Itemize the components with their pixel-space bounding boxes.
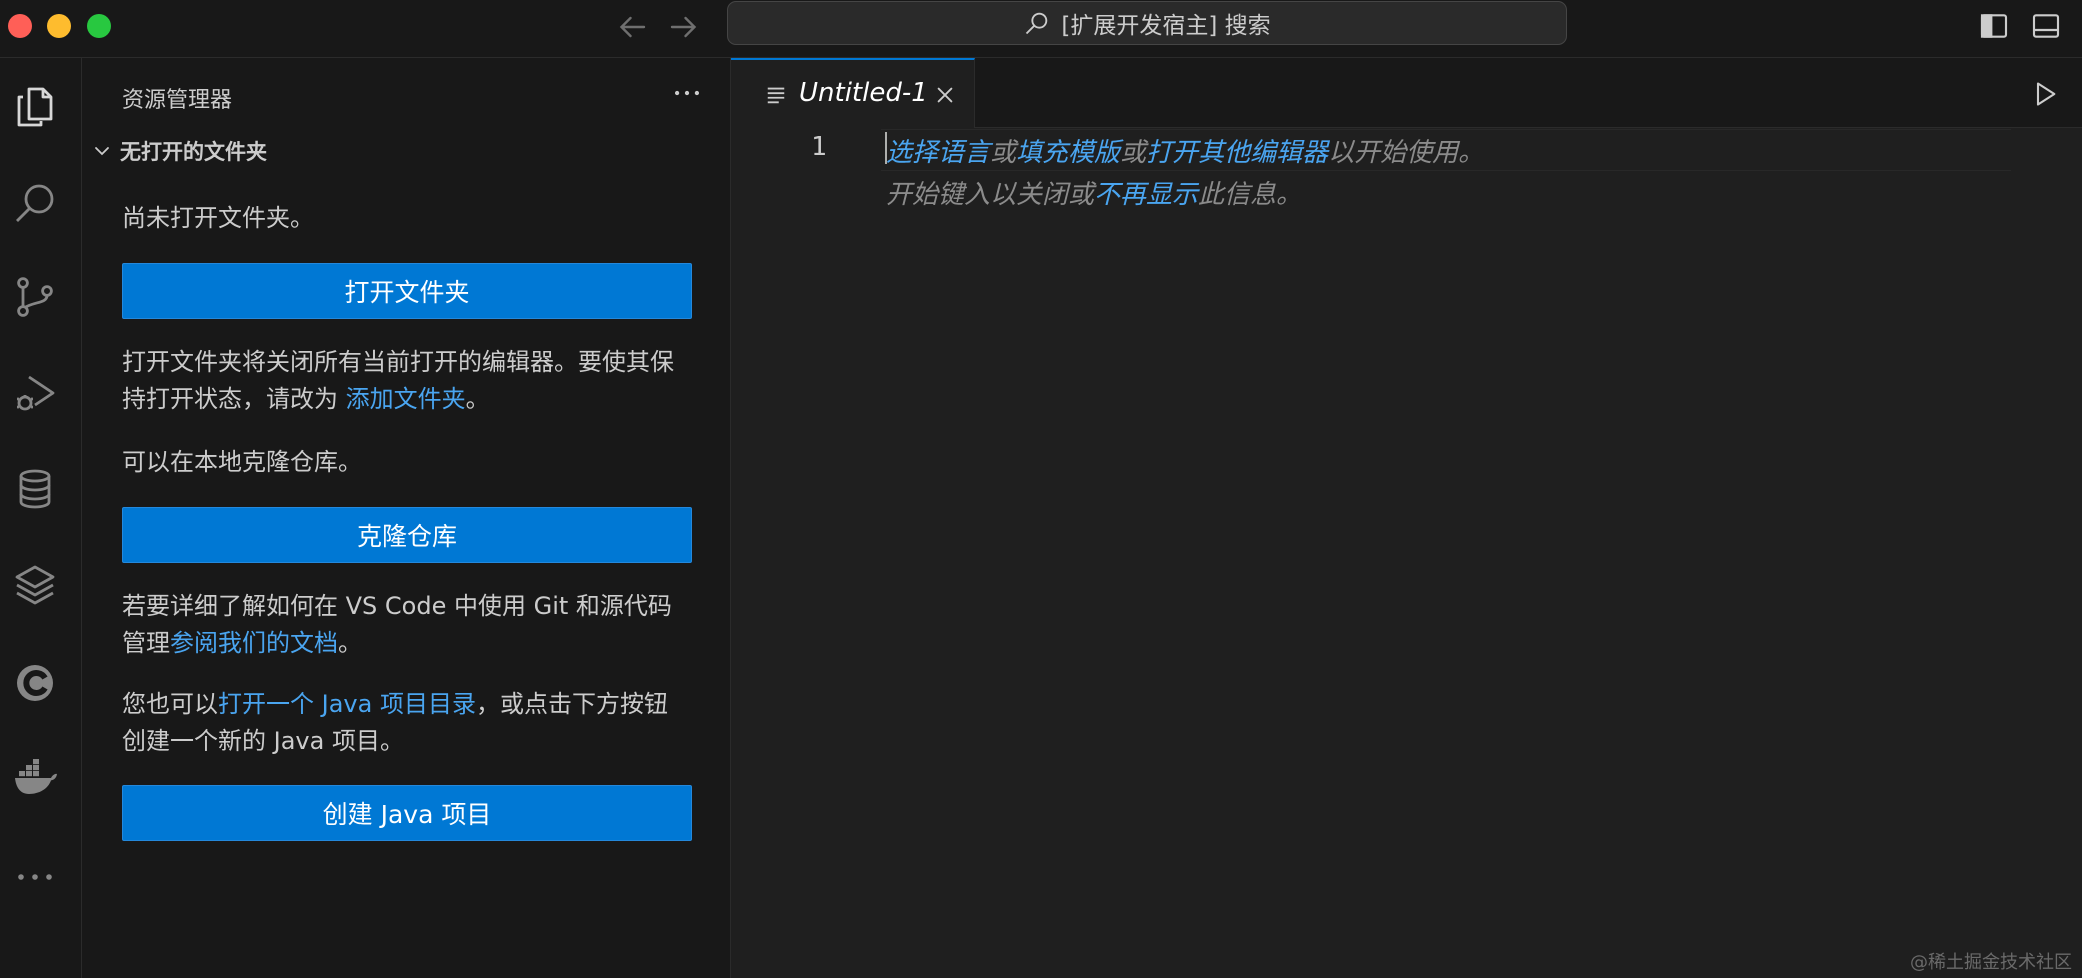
toggle-panel-icon[interactable] xyxy=(2030,10,2062,42)
activity-database[interactable] xyxy=(0,454,70,524)
source-control-icon xyxy=(17,277,53,317)
command-center-search[interactable]: [扩展开发宿主] 搜索 xyxy=(727,1,1567,45)
search-icon xyxy=(16,184,54,222)
editor-tab-bar: Untitled-1 xyxy=(731,58,2082,128)
editor-area: Untitled-1 1 选择语言或填充模版或打开其他编辑器以开始使用。 开始键… xyxy=(731,58,2082,978)
git-info-text: 若要详细了解如何在 VS Code 中使用 Git 和源代码管理参阅我们的文档。 xyxy=(122,588,682,662)
git-info-end: 。 xyxy=(338,629,362,657)
java-info-prefix: 您也可以 xyxy=(122,690,218,718)
toggle-sidebar-icon[interactable] xyxy=(1978,10,2010,42)
run-debug-icon xyxy=(17,375,55,411)
forward-arrow-icon[interactable] xyxy=(666,9,702,45)
activity-explorer[interactable] xyxy=(0,72,70,142)
clone-text: 可以在本地克隆仓库。 xyxy=(122,448,362,476)
activity-layers[interactable] xyxy=(0,550,70,620)
create-java-project-button[interactable]: 创建 Java 项目 xyxy=(122,785,692,841)
warning-text-end: 。 xyxy=(465,385,490,413)
run-icon[interactable] xyxy=(2031,80,2059,108)
more-icon xyxy=(18,874,52,880)
activity-source-control[interactable] xyxy=(0,262,70,332)
watermark: @稀土掘金技术社区 xyxy=(1910,952,2072,973)
explorer-icon xyxy=(17,87,53,127)
select-language-link[interactable]: 选择语言 xyxy=(886,138,990,168)
activity-run-debug[interactable] xyxy=(0,358,70,428)
activity-bar xyxy=(0,58,82,978)
tab-label: Untitled-1 xyxy=(799,78,928,108)
window-minimize-button[interactable] xyxy=(47,14,71,38)
activity-more[interactable] xyxy=(0,842,70,912)
hint-suffix-1: 以开始使用。 xyxy=(1328,138,1485,168)
line-number: 1 xyxy=(811,132,827,162)
editor-hint-line-2: 开始键入以关闭或不再显示此信息。 xyxy=(886,174,1302,211)
open-folder-button[interactable]: 打开文件夹 xyxy=(122,263,692,319)
fill-template-link[interactable]: 填充模版 xyxy=(1016,138,1120,168)
close-icon[interactable] xyxy=(934,84,956,106)
clone-repo-button[interactable]: 克隆仓库 xyxy=(122,507,692,563)
sidebar-title: 资源管理器 xyxy=(122,88,233,113)
back-arrow-icon[interactable] xyxy=(614,9,650,45)
java-info-text: 您也可以打开一个 Java 项目目录，或点击下方按钮创建一个新的 Java 项目… xyxy=(122,686,682,760)
add-folder-link[interactable]: 添加文件夹 xyxy=(346,385,466,413)
text-cursor xyxy=(885,132,887,164)
section-header-no-folder[interactable]: 无打开的文件夹 xyxy=(90,136,267,166)
warning-text: 打开文件夹将关闭所有当前打开的编辑器。要使其保持打开状态，请改为 添加文件夹。 xyxy=(122,344,682,418)
open-other-editor-link[interactable]: 打开其他编辑器 xyxy=(1146,138,1328,168)
section-title: 无打开的文件夹 xyxy=(120,140,267,164)
window-close-button[interactable] xyxy=(8,14,32,38)
hint-or-1: 或 xyxy=(990,138,1017,168)
hint-suffix-2: 此信息。 xyxy=(1198,180,1303,210)
window-maximize-button[interactable] xyxy=(87,14,111,38)
command-center-text: [扩展开发宿主] 搜索 xyxy=(1061,13,1271,39)
chevron-down-icon xyxy=(95,147,109,156)
codeium-icon xyxy=(17,665,53,701)
no-folder-text: 尚未打开文件夹。 xyxy=(122,204,314,232)
activity-docker[interactable] xyxy=(0,742,70,812)
editor-hint-line-1: 选择语言或填充模版或打开其他编辑器以开始使用。 xyxy=(886,132,1484,169)
docker-icon xyxy=(15,759,57,794)
layers-icon xyxy=(15,565,55,605)
activity-search[interactable] xyxy=(0,168,70,238)
open-java-project-link[interactable]: 打开一个 Java 项目目录 xyxy=(218,690,476,718)
dont-show-again-link[interactable]: 不再显示 xyxy=(1094,180,1198,210)
docs-link[interactable]: 参阅我们的文档 xyxy=(170,629,338,657)
database-icon xyxy=(19,469,51,509)
hint-prefix-2: 开始键入以关闭或 xyxy=(886,180,1095,210)
text-file-icon xyxy=(767,87,785,104)
tab-untitled-1[interactable]: Untitled-1 xyxy=(731,58,975,128)
search-icon xyxy=(1026,12,1048,35)
more-actions-icon[interactable] xyxy=(670,76,704,110)
explorer-sidebar: 资源管理器 无打开的文件夹 尚未打开文件夹。 打开文件夹 打开文件夹将关闭所有当… xyxy=(82,58,731,978)
hint-or-2: 或 xyxy=(1120,138,1147,168)
activity-codeium[interactable] xyxy=(0,648,70,718)
title-bar: [扩展开发宿主] 搜索 xyxy=(0,0,2082,58)
